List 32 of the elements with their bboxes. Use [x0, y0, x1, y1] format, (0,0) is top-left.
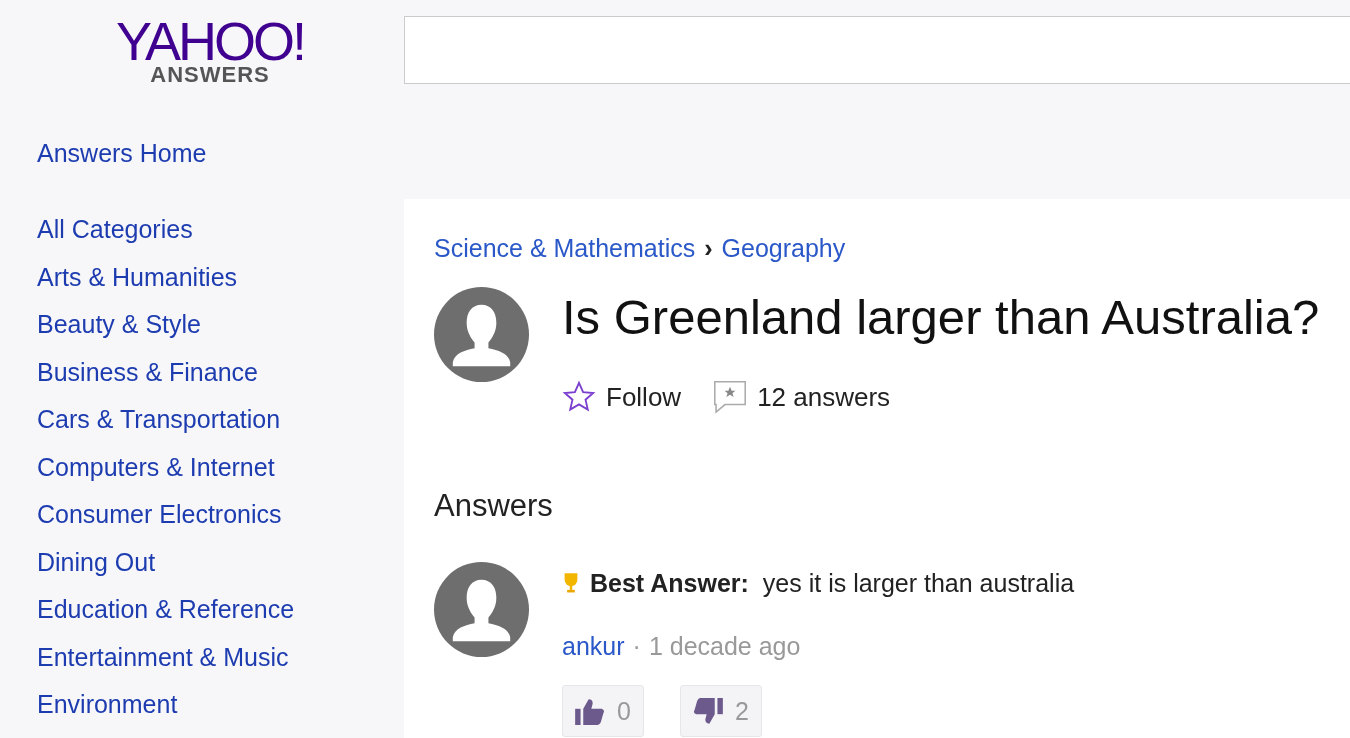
category-link[interactable]: All Categories — [37, 214, 404, 262]
category-link[interactable]: Dining Out — [37, 546, 404, 594]
avatar-icon — [434, 287, 529, 382]
sidebar-link[interactable]: Answers Home — [37, 138, 404, 168]
thumbs-up-icon — [575, 697, 605, 725]
trophy-icon — [562, 571, 580, 595]
answers-heading: Answers — [434, 488, 554, 524]
answer-time: 1 decade ago — [648, 631, 801, 661]
best-answer-label: Best Answer: — [590, 568, 749, 598]
question-title: Is Greenland larger than Australia? — [562, 289, 1320, 345]
category-link[interactable]: Arts & Humanities — [37, 261, 404, 309]
yahoo-answers-logo[interactable]: YAHOO! ANSWERS — [100, 14, 320, 86]
category-link[interactable]: Beauty & Style — [37, 309, 404, 357]
category-link[interactable]: Consumer Electronics — [37, 499, 404, 547]
category-link[interactable]: Environment — [37, 689, 404, 737]
star-icon — [562, 380, 596, 414]
breadcrumb-link[interactable]: Science & Mathematics — [434, 233, 696, 263]
avatar-icon — [434, 562, 529, 657]
answers-count: 12 answers — [757, 382, 891, 412]
thumbs-down-icon — [692, 697, 723, 725]
category-link[interactable]: Education & Reference — [37, 594, 404, 642]
category-link[interactable]: Entertainment & Music — [37, 641, 404, 689]
category-link[interactable]: Cars & Transportation — [37, 404, 404, 452]
follow-button[interactable]: Follow — [562, 380, 682, 414]
breadcrumb-separator: › — [704, 233, 713, 263]
separator-dot: · — [632, 631, 641, 661]
author-link[interactable]: ankur — [562, 631, 625, 661]
answer-text: yes it is larger than australia — [762, 568, 1075, 598]
search-field[interactable] — [404, 16, 1350, 84]
category-link[interactable]: Business & Finance — [37, 356, 404, 404]
breadcrumb-link[interactable]: Geography — [721, 233, 846, 263]
category-link[interactable]: Computers & Internet — [37, 451, 404, 499]
